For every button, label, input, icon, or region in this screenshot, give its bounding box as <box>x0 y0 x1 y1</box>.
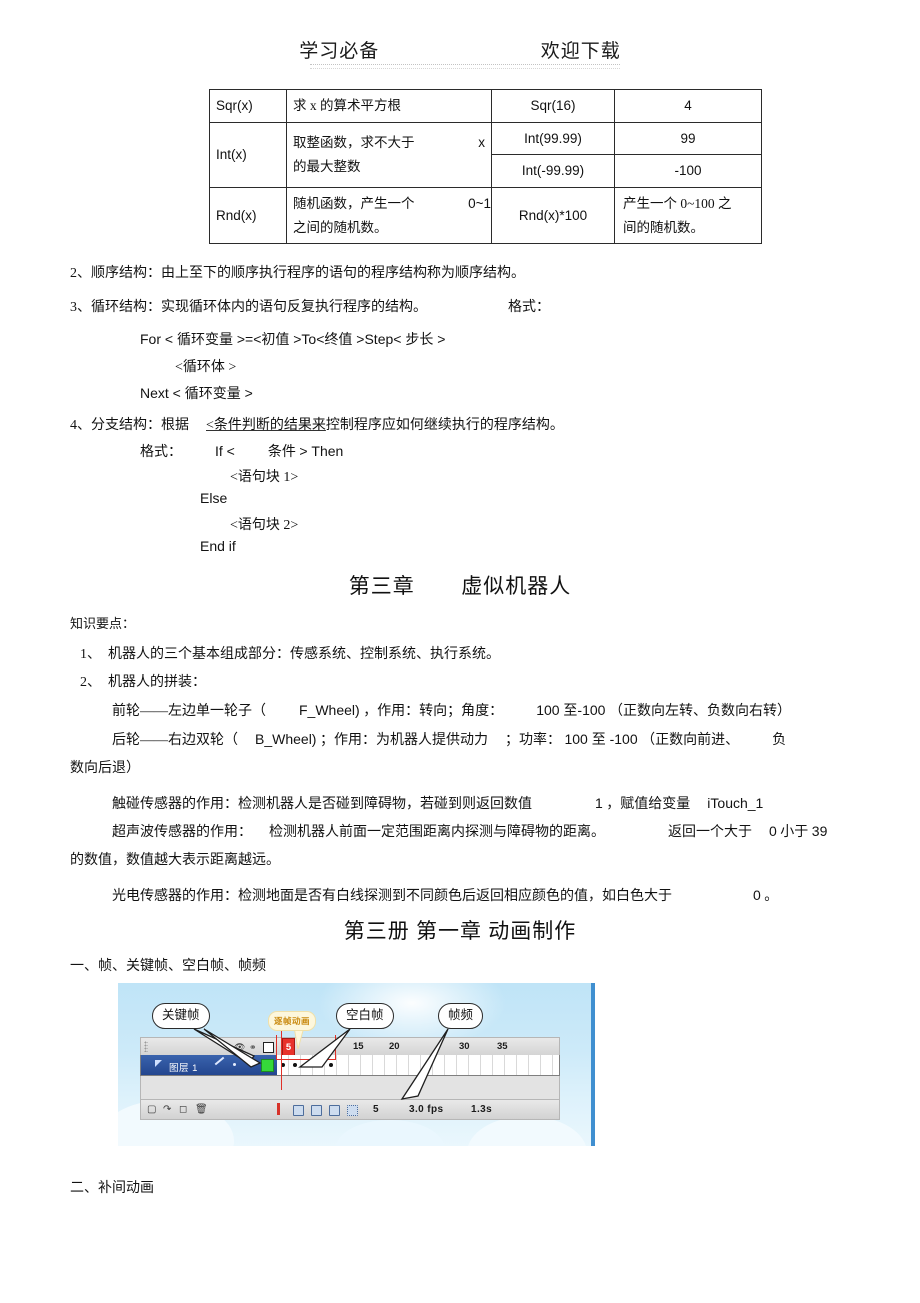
ultrasonic-max-value: 39 <box>811 823 828 839</box>
ultrasonic-text-a: 超声波传感器的作用： <box>112 825 252 840</box>
cell-example: Int(99.99) <box>491 121 615 156</box>
function-reference-table: Sqr(x) 求 x 的算术平方根 Sqr(16) 4 Int(x) 取整函数，… <box>209 89 762 245</box>
paragraph-loop-structure: 3、循环结构：实现循环体内的语句反复执行程序的结构。 格式： <box>70 296 550 316</box>
chapter-3-title-part-a: 第三章 <box>348 574 415 598</box>
ultrasonic-min-value: 0 <box>769 823 777 839</box>
ultrasonic-text-d: 小于 <box>780 825 809 840</box>
front-wheel-code: F_Wheel) <box>299 702 360 718</box>
callout-keyframe: 关键帧 <box>152 1003 210 1029</box>
ultrasonic-text-c: 返回一个大于 <box>668 825 752 840</box>
header-right-text: 欢迎下载 <box>540 41 621 62</box>
callout-blank-frame: 空白帧 <box>336 1003 394 1029</box>
touch-return-value: 1 <box>595 795 603 811</box>
touch-sensor-text-b: ，赋值给变量 <box>606 797 691 812</box>
back-wheel-continuation: 数向后退） <box>70 761 140 776</box>
cell-example: Sqr(16) <box>491 89 615 123</box>
touch-sensor-line: 触碰传感器的作用：检测机器人是否碰到障碍物，若碰到则返回数值 1 ，赋值给变量 … <box>112 793 763 813</box>
cell-function-name: Rnd(x) <box>209 186 287 245</box>
desc-text: 随机函数，产生一个 <box>293 195 415 211</box>
robot-point-1: 1、 机器人的三个基本组成部分：传感系统、控制系统、执行系统。 <box>80 647 500 662</box>
front-wheel-angle: 100 至-100 <box>536 702 606 718</box>
book3-chapter1-title: 第三册 第一章 动画制作 <box>343 919 577 943</box>
back-wheel-text-e: 负 <box>772 733 787 748</box>
back-wheel-power: 100 至 -100 <box>564 731 638 747</box>
cell-result: 4 <box>614 89 762 123</box>
desc-line-1: 取整函数，求不大于 x <box>293 131 485 155</box>
code-block-2: <语句块 2> <box>230 518 299 533</box>
ultrasonic-text-b: 检测机器人前面一定范围距离内探测与障碍物的距离。 <box>269 825 605 840</box>
branch-format-row: 格式： If < 条件 > Then <box>140 441 343 461</box>
cell-example: Int(-99.99) <box>491 154 615 188</box>
front-wheel-text-b: ，作用：转向；角度： <box>363 704 504 719</box>
back-wheel-code: B_Wheel) <box>255 731 317 747</box>
paragraph-branch-structure: 4、分支结构：根据 <条件判断的结果来控制程序应如何继续执行的程序结构。 <box>70 414 564 434</box>
photo-sensor-line: 光电传感器的作用：检测地面是否有白线探测到不同颜色后返回相应颜色的值，如白色大于… <box>112 885 778 905</box>
front-wheel-text-a: 前轮——左边单一轮子（ <box>112 704 266 719</box>
branch-underlined-text: <条件判断的结果来 <box>206 418 326 433</box>
desc-line-2: 之间的随机数。 <box>293 219 388 235</box>
code-endif-keyword: End if <box>200 538 236 554</box>
back-wheel-text-a: 后轮——右边双轮（ <box>112 733 238 748</box>
result-line-2: 间的随机数。 <box>623 219 704 235</box>
desc-text: 取整函数，求不大于 <box>293 135 415 151</box>
desc-line-1: 随机函数，产生一个 0~1 <box>293 192 491 216</box>
code-next-line: Next < 循环变量 > <box>140 385 253 401</box>
loop-lead-text: 3、循环结构：实现循环体内的语句反复执行程序的结构。 <box>70 300 427 315</box>
code-then-keyword: > Then <box>299 443 344 459</box>
photo-threshold-value: 0 <box>753 887 761 903</box>
code-else-keyword: Else <box>200 490 228 506</box>
cell-function-name: Int(x) <box>209 121 287 188</box>
cell-description: 取整函数，求不大于 x 的最大整数 <box>286 121 492 188</box>
branch-format-label: 格式： <box>140 445 182 460</box>
cell-result: 99 <box>614 121 762 156</box>
section-1-heading: 一、帧、关键帧、空白帧、帧频 <box>70 959 266 974</box>
paragraph-sequence-structure: 2、顺序结构：由上至下的顺序执行程序的语句的程序结构称为顺序结构。 <box>70 266 525 281</box>
front-wheel-text-c: （正数向左转、负数向右转） <box>608 704 791 719</box>
header-left-text: 学习必备 <box>299 41 380 62</box>
desc-tail: x <box>478 135 485 151</box>
chapter-3-title: 第三章 虚似机器人 <box>0 570 920 600</box>
desc-line-2: 的最大整数 <box>293 158 361 174</box>
code-if-keyword: If < <box>215 443 235 459</box>
header-dotted-rule <box>310 64 620 69</box>
code-block-1: <语句块 1> <box>230 470 299 485</box>
callout-frame-rate: 帧频 <box>438 1003 484 1029</box>
table-row: Int(x) 取整函数，求不大于 x 的最大整数 Int(99.99) 99 <box>209 121 762 188</box>
code-for-line: For < 循环变量 >=<初值 >To<终值 >Step< 步长 > <box>140 331 446 347</box>
back-wheel-line: 后轮——右边双轮（ B_Wheel) ；作用：为机器人提供动力 ；功率： 100… <box>112 729 786 749</box>
ultrasonic-continuation: 的数值，数值越大表示距离越远。 <box>70 853 280 868</box>
photo-sensor-text-a: 光电传感器的作用：检测地面是否有白线探测到不同颜色后返回相应颜色的值，如白色大于 <box>112 889 672 904</box>
ultrasonic-sensor-line: 超声波传感器的作用： 检测机器人前面一定范围距离内探测与障碍物的距离。 返回一个… <box>112 821 827 841</box>
cell-description: 求 x 的算术平方根 <box>286 89 492 123</box>
document-page: 学习必备 欢迎下载 Sqr(x) 求 x 的算术平方根 Sqr(16) 4 In… <box>0 0 920 1303</box>
back-wheel-text-c: ；功率： <box>504 733 561 748</box>
page-header: 学习必备 欢迎下载 <box>0 36 920 63</box>
chapter-3-title-part-b: 虚似机器人 <box>461 574 572 598</box>
touch-sensor-text-a: 触碰传感器的作用：检测机器人是否碰到障碍物，若碰到则返回数值 <box>112 797 532 812</box>
cell-function-name: Sqr(x) <box>209 89 287 123</box>
cell-result: -100 <box>614 154 762 188</box>
cell-example: Rnd(x)*100 <box>491 186 615 245</box>
code-loop-body: <循环体 > <box>175 360 237 375</box>
section-2-heading: 二、补间动画 <box>70 1181 154 1196</box>
loop-format-label: 格式： <box>508 300 550 315</box>
photo-sensor-text-b: 。 <box>764 889 779 904</box>
branch-lead-text: 4、分支结构：根据 <box>70 418 189 433</box>
back-wheel-text-d: （正数向前进、 <box>641 733 740 748</box>
back-wheel-text-b: ；作用：为机器人提供动力 <box>319 733 488 748</box>
flash-timeline-screenshot: 关键帧 逐帧动画 空白帧 帧频 👁 ⚭ 1 5 15 20 30 35 图层 1 <box>118 983 595 1146</box>
cell-description: 随机函数，产生一个 0~1 之间的随机数。 <box>286 186 492 245</box>
knowledge-points-label: 知识要点： <box>70 616 136 631</box>
code-if-condition: 条件 <box>267 445 296 460</box>
cell-result: 产生一个 0~100 之 间的随机数。 <box>614 186 762 245</box>
desc-tail: 0~1 <box>468 195 491 211</box>
table-row: Sqr(x) 求 x 的算术平方根 Sqr(16) 4 <box>209 89 762 123</box>
front-wheel-line: 前轮——左边单一轮子（ F_Wheel) ，作用：转向；角度： 100 至-10… <box>112 700 791 720</box>
robot-point-2: 2、 机器人的拼装： <box>80 675 206 690</box>
badge-frame-by-frame: 逐帧动画 <box>268 1011 317 1031</box>
table-row: Rnd(x) 随机函数，产生一个 0~1 之间的随机数。 Rnd(x)*100 … <box>209 186 762 245</box>
branch-rest-text: 控制程序应如何继续执行的程序结构。 <box>325 418 564 433</box>
touch-variable-name: iTouch_1 <box>707 795 764 811</box>
result-line-1: 产生一个 0~100 之 <box>623 195 732 211</box>
